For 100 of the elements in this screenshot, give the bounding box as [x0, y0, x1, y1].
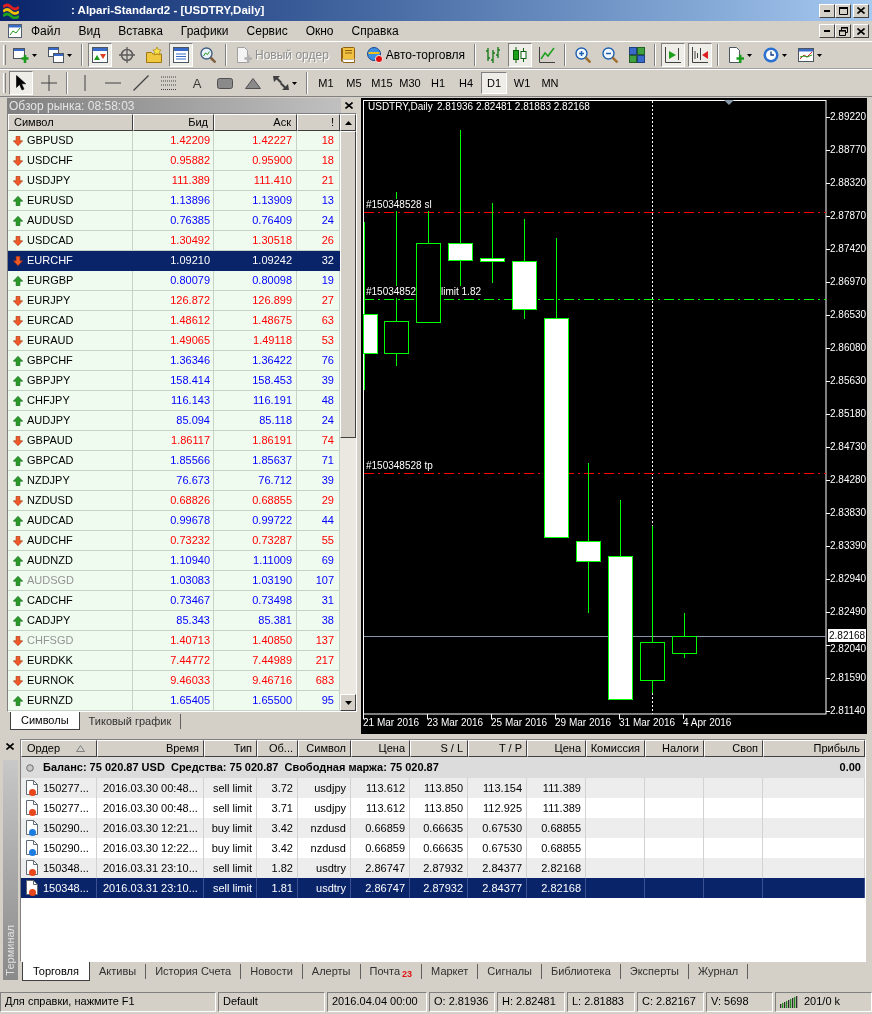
timeframe-button[interactable]: MN: [537, 72, 563, 94]
column-header[interactable]: Аск: [214, 114, 297, 131]
market-row[interactable]: USDJPY 111.389 111.410 21: [8, 171, 340, 191]
market-row[interactable]: USDCHF 0.95882 0.95900 18: [8, 151, 340, 171]
terminal-tab[interactable]: Библиотека: [541, 964, 621, 979]
column-header[interactable]: !: [297, 114, 340, 131]
autoscroll-button[interactable]: [661, 43, 686, 67]
symbol-name: CADCHF: [27, 593, 73, 609]
market-row[interactable]: EURJPY 126.872 126.899 27: [8, 291, 340, 311]
text-tool-button[interactable]: A: [185, 71, 209, 95]
market-row[interactable]: EURUSD 1.13896 1.13909 13: [8, 191, 340, 211]
menu-item[interactable]: Вставка: [109, 22, 172, 40]
column-header[interactable]: S / L: [410, 740, 468, 757]
market-row[interactable]: NZDJPY 76.673 76.712 39: [8, 471, 340, 491]
timeframe-button[interactable]: H1: [425, 72, 451, 94]
column-header[interactable]: Тип: [204, 740, 257, 757]
column-header[interactable]: Время: [97, 740, 204, 757]
terminal-tab[interactable]: Эксперты: [620, 964, 690, 979]
windows-icon: [48, 47, 64, 63]
minimize-button[interactable]: [819, 24, 835, 38]
cursor-button[interactable]: [9, 71, 33, 95]
market-row[interactable]: EURNZD 1.65405 1.65500 95: [8, 691, 340, 711]
scroll-down-button[interactable]: [340, 694, 356, 711]
terminal-tab[interactable]: Активы: [89, 964, 147, 979]
close-button[interactable]: [853, 3, 869, 18]
scrollbar-thumb[interactable]: [340, 131, 356, 438]
timeframe-button[interactable]: H4: [453, 72, 479, 94]
terminal-tab[interactable]: Новости: [241, 964, 303, 979]
column-header[interactable]: Цена: [527, 740, 586, 757]
market-row[interactable]: AUDNZD 1.10940 1.11009 69: [8, 551, 340, 571]
column-header[interactable]: Комиссия: [586, 740, 645, 757]
panel-tab[interactable]: Тиковый график: [79, 714, 182, 729]
terminal-tab[interactable]: История Счета: [146, 964, 242, 979]
order-row[interactable]: 150290... 2016.03.30 12:21... buy limit 3.42 nzdusd 0.66859 0.66635 0.67530 0.68855: [21, 818, 865, 838]
bar-datetime: 2016.04.04 00:00: [332, 994, 418, 1010]
market-row[interactable]: GBPCHF 1.36346 1.36422 76: [8, 351, 340, 371]
market-row[interactable]: NZDUSD 0.68826 0.68855 29: [8, 491, 340, 511]
market-row[interactable]: AUDUSD 0.76385 0.76409 24: [8, 211, 340, 231]
order-row[interactable]: 150277... 2016.03.30 00:48... sell limit 3.72 usdjpy 113.612 113.850 113.154 111.389: [21, 778, 865, 798]
open-price: 2.86747: [365, 880, 405, 896]
market-row[interactable]: EURAUD 1.49065 1.49118 53: [8, 331, 340, 351]
market-row[interactable]: GBPJPY 158.414 158.453 39: [8, 371, 340, 391]
terminal-tab[interactable]: Алерты: [302, 964, 361, 979]
market-row[interactable]: CADJPY 85.343 85.381 38: [8, 611, 340, 631]
column-header[interactable]: T / P: [468, 740, 527, 757]
timeframe-button[interactable]: M30: [397, 72, 423, 94]
terminal-tab[interactable]: Торговля: [22, 962, 90, 981]
market-row[interactable]: GBPAUD 1.86117 1.86191 74: [8, 431, 340, 451]
menu-item[interactable]: Справка: [342, 22, 408, 40]
terminal-tab[interactable]: Сигналы: [478, 964, 542, 979]
timeframe-button[interactable]: M5: [341, 72, 367, 94]
column-header[interactable]: Бид: [133, 114, 214, 131]
market-row[interactable]: CHFJPY 116.143 116.191 48: [8, 391, 340, 411]
minimize-button[interactable]: [819, 3, 835, 18]
column-header[interactable]: Символ: [8, 114, 133, 131]
timeframe-button[interactable]: M1: [313, 72, 339, 94]
market-row[interactable]: CADCHF 0.73467 0.73498 31: [8, 591, 340, 611]
market-row[interactable]: EURCHF 1.09210 1.09242 32: [8, 251, 340, 271]
panel-tab[interactable]: Символы: [10, 712, 80, 730]
market-row[interactable]: EURGBP 0.80079 0.80098 19: [8, 271, 340, 291]
market-row[interactable]: AUDCHF 0.73232 0.73287 55: [8, 531, 340, 551]
market-row[interactable]: AUDSGD 1.03083 1.03190 107: [8, 571, 340, 591]
market-row[interactable]: USDCAD 1.30492 1.30518 26: [8, 231, 340, 251]
order-row[interactable]: 150348... 2016.03.31 23:10... sell limit 1.82 usdtry 2.86747 2.87932 2.84377 2.82168: [21, 858, 865, 878]
menu-item[interactable]: Файл: [22, 22, 70, 40]
menu-item[interactable]: Сервис: [237, 22, 297, 40]
menu-item[interactable]: Графики: [171, 22, 238, 40]
order-row[interactable]: 150348... 2016.03.31 23:10... sell limit 1.81 usdtry 2.86747 2.87932 2.84377 2.82168: [21, 878, 865, 898]
column-header[interactable]: Символ: [298, 740, 351, 757]
close-button[interactable]: [3, 740, 17, 752]
close-button[interactable]: [853, 24, 869, 38]
chart-shift-button[interactable]: [688, 43, 713, 67]
column-header[interactable]: Ордер: [21, 740, 97, 757]
market-row[interactable]: GBPCAD 1.85566 1.85637 71: [8, 451, 340, 471]
column-header[interactable]: Прибыль: [763, 740, 865, 757]
market-row[interactable]: CHFSGD 1.40713 1.40850 137: [8, 631, 340, 651]
market-row[interactable]: EURNOK 9.46033 9.46716 683: [8, 671, 340, 691]
timeframe-button[interactable]: W1: [509, 72, 535, 94]
terminal-tab[interactable]: Маркет: [422, 964, 479, 979]
candlestick-button[interactable]: [508, 43, 533, 67]
column-header[interactable]: Налоги: [645, 740, 704, 757]
menu-item[interactable]: Окно: [296, 22, 343, 40]
column-header[interactable]: Цена: [351, 740, 410, 757]
market-watch-button[interactable]: [88, 43, 112, 67]
market-row[interactable]: AUDJPY 85.094 85.118 24: [8, 411, 340, 431]
scroll-up-button[interactable]: [340, 114, 356, 131]
column-header[interactable]: Об...: [257, 740, 298, 757]
market-row[interactable]: EURDKK 7.44772 7.44989 217: [8, 651, 340, 671]
market-row[interactable]: EURCAD 1.48612 1.48675 63: [8, 311, 340, 331]
market-row[interactable]: AUDCAD 0.99678 0.99722 44: [8, 511, 340, 531]
menu-item[interactable]: Вид: [69, 22, 110, 40]
autotrade-button[interactable]: Авто-торговля: [362, 43, 470, 67]
maximize-button[interactable]: [835, 3, 851, 18]
timeframe-button[interactable]: M15: [369, 72, 395, 94]
terminal-tab[interactable]: Журнал: [689, 964, 749, 979]
terminal-button[interactable]: [169, 43, 193, 67]
market-row[interactable]: GBPUSD 1.42209 1.42227 18: [8, 131, 340, 151]
column-header[interactable]: Своп: [704, 740, 763, 757]
timeframe-button[interactable]: D1: [481, 72, 507, 94]
restore-button[interactable]: [835, 24, 851, 38]
